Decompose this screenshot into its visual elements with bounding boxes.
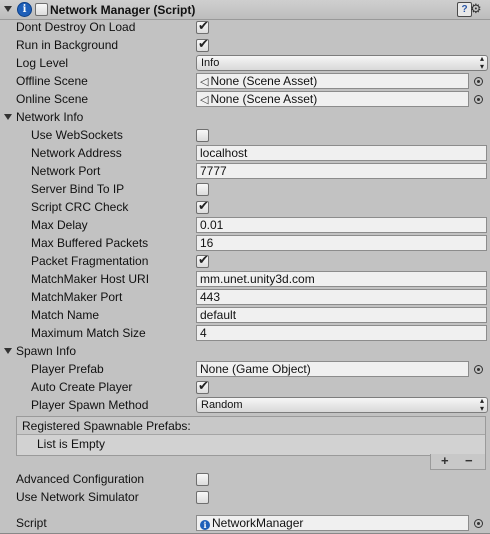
script-field[interactable]: i NetworkManager <box>196 515 469 531</box>
max-buffered-packets-input[interactable]: 16 <box>196 235 487 251</box>
auto-create-player-label: Auto Create Player <box>31 380 133 394</box>
player-spawn-method-dropdown[interactable]: Random ▴ ▾ <box>196 397 488 413</box>
checkmark-icon: ✔ <box>198 378 209 393</box>
use-websockets-label: Use WebSockets <box>31 128 123 142</box>
maximum-match-size-input[interactable]: 4 <box>196 325 487 341</box>
info-icon: i <box>17 2 32 17</box>
offline-scene-value: None (Scene Asset) <box>210 74 318 88</box>
gear-icon[interactable]: ⚙ <box>470 1 482 16</box>
matchmaker-port-label: MatchMaker Port <box>31 290 123 304</box>
network-port-input[interactable]: 7777 <box>196 163 487 179</box>
scene-asset-icon: ◁ <box>200 94 209 106</box>
server-bind-to-ip-label: Server Bind To IP <box>31 182 125 196</box>
online-scene-value: None (Scene Asset) <box>210 92 318 106</box>
max-delay-label: Max Delay <box>31 218 88 232</box>
list-header: Registered Spawnable Prefabs: <box>17 417 485 435</box>
advanced-configuration-label: Advanced Configuration <box>16 472 145 486</box>
offline-scene-field[interactable]: ◁ None (Scene Asset) <box>196 73 469 89</box>
script-value: NetworkManager <box>212 516 304 530</box>
auto-create-player-checkbox[interactable]: ✔ <box>196 378 209 394</box>
scene-asset-icon: ◁ <box>200 76 209 88</box>
log-level-value: Info <box>201 57 220 69</box>
log-level-label: Log Level <box>16 56 69 70</box>
checkmark-icon: ✔ <box>198 18 209 33</box>
matchmaker-host-uri-input[interactable]: mm.unet.unity3d.com <box>196 271 487 287</box>
remove-item-button[interactable]: − <box>465 453 473 468</box>
object-picker-icon[interactable] <box>474 519 483 528</box>
list-footer: + − <box>430 453 486 470</box>
player-prefab-label: Player Prefab <box>31 362 104 376</box>
object-picker-icon[interactable] <box>474 95 483 104</box>
matchmaker-host-uri-label: MatchMaker Host URI <box>31 272 150 286</box>
component-enabled-checkbox[interactable] <box>35 3 48 16</box>
spawn-info-section-label[interactable]: Spawn Info <box>16 344 76 358</box>
dont-destroy-on-load-checkbox[interactable]: ✔ <box>196 18 209 34</box>
object-picker-icon[interactable] <box>474 365 483 374</box>
script-crc-check-label: Script CRC Check <box>31 200 129 214</box>
use-websockets-checkbox[interactable] <box>196 129 209 142</box>
packet-fragmentation-label: Packet Fragmentation <box>31 254 149 268</box>
run-in-background-label: Run in Background <box>16 38 119 52</box>
max-delay-input[interactable]: 0.01 <box>196 217 487 233</box>
script-crc-check-checkbox[interactable]: ✔ <box>196 198 209 214</box>
spawn-info-foldout-icon[interactable] <box>4 348 12 354</box>
online-scene-field[interactable]: ◁ None (Scene Asset) <box>196 91 469 107</box>
use-network-simulator-checkbox[interactable] <box>196 491 209 504</box>
registered-prefabs-list: Registered Spawnable Prefabs: List is Em… <box>16 416 486 456</box>
script-icon: i <box>200 520 210 530</box>
max-buffered-packets-label: Max Buffered Packets <box>31 236 149 250</box>
checkmark-icon: ✔ <box>198 36 209 51</box>
dropdown-arrows-icon: ▴ ▾ <box>479 396 484 413</box>
advanced-configuration-checkbox[interactable] <box>196 473 209 486</box>
checkmark-icon: ✔ <box>198 252 209 267</box>
server-bind-to-ip-checkbox[interactable] <box>196 183 209 196</box>
match-name-input[interactable]: default <box>196 307 487 323</box>
registered-prefabs-header: Registered Spawnable Prefabs: <box>22 419 191 433</box>
offline-scene-label: Offline Scene <box>16 74 88 88</box>
component-title: Network Manager (Script) <box>50 3 196 17</box>
maximum-match-size-label: Maximum Match Size <box>31 326 146 340</box>
match-name-label: Match Name <box>31 308 100 322</box>
dont-destroy-on-load-label: Dont Destroy On Load <box>16 20 136 34</box>
object-picker-icon[interactable] <box>474 77 483 86</box>
player-spawn-method-value: Random <box>201 399 243 411</box>
network-info-section-label[interactable]: Network Info <box>16 110 83 124</box>
checkmark-icon: ✔ <box>198 198 209 213</box>
log-level-dropdown[interactable]: Info ▴ ▾ <box>196 55 488 71</box>
player-spawn-method-label: Player Spawn Method <box>31 398 149 412</box>
component-header[interactable]: i Network Manager (Script) ? ⚙ <box>0 0 490 20</box>
script-label: Script <box>16 516 47 530</box>
packet-fragmentation-checkbox[interactable]: ✔ <box>196 252 209 268</box>
foldout-arrow-icon[interactable] <box>4 6 12 12</box>
list-empty-text: List is Empty <box>37 437 106 451</box>
run-in-background-checkbox[interactable]: ✔ <box>196 36 209 52</box>
network-address-input[interactable]: localhost <box>196 145 487 161</box>
network-info-foldout-icon[interactable] <box>4 114 12 120</box>
add-item-button[interactable]: + <box>441 453 449 468</box>
dropdown-arrows-icon: ▴ ▾ <box>479 54 484 71</box>
player-prefab-field[interactable]: None (Game Object) <box>196 361 469 377</box>
online-scene-label: Online Scene <box>16 92 89 106</box>
network-address-label: Network Address <box>31 146 122 160</box>
use-network-simulator-label: Use Network Simulator <box>16 490 139 504</box>
network-port-label: Network Port <box>31 164 101 178</box>
matchmaker-port-input[interactable]: 443 <box>196 289 487 305</box>
